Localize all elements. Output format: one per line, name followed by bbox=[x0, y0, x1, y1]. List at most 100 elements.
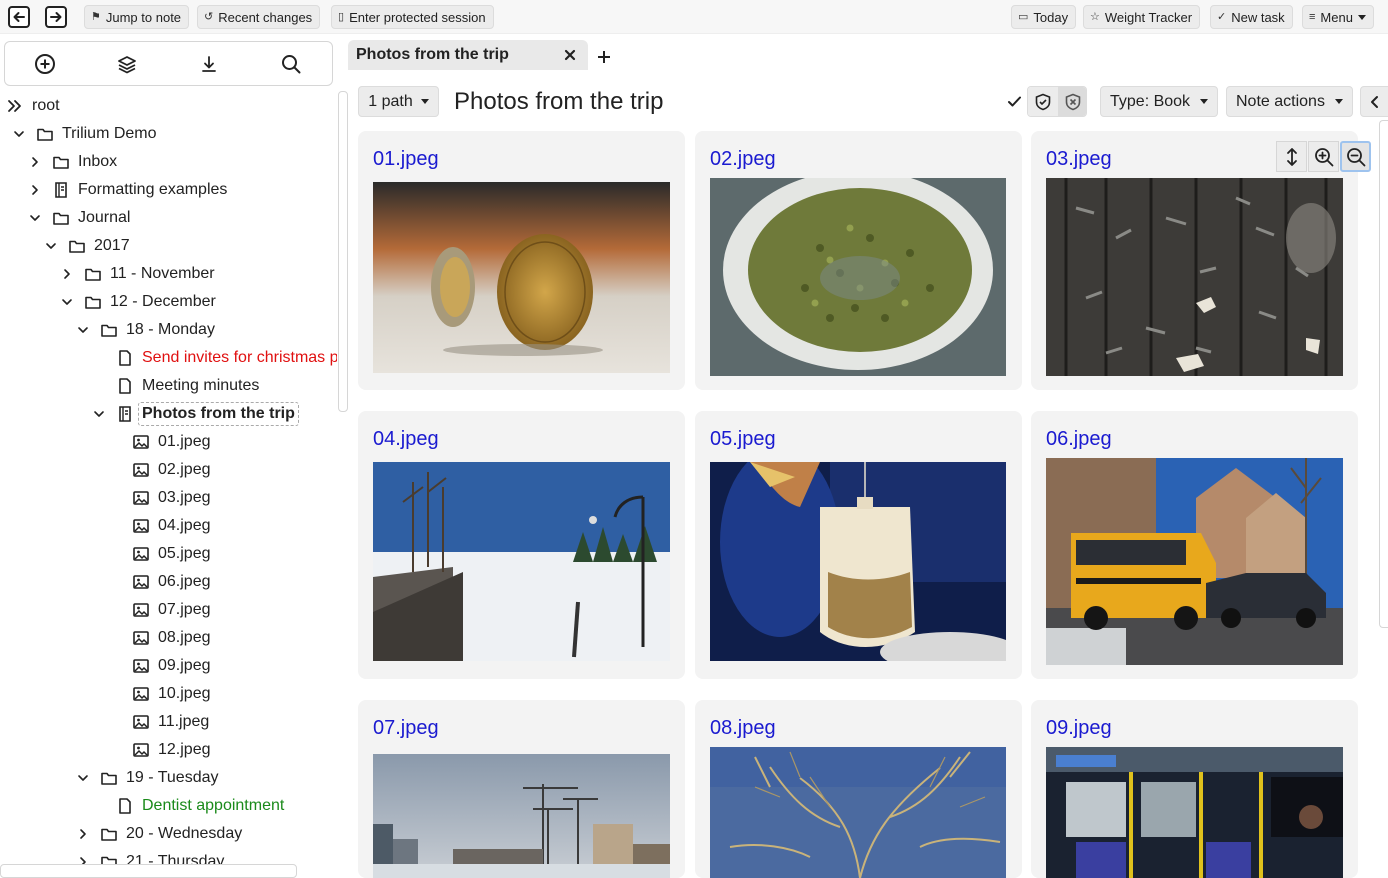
card-image-beans-bowl[interactable] bbox=[710, 178, 1006, 376]
note-title[interactable]: Photos from the trip bbox=[454, 87, 663, 117]
tree-node[interactable]: 09.jpeg bbox=[109, 653, 211, 679]
tree-node[interactable]: 18 - Monday bbox=[77, 317, 215, 343]
tree-node[interactable]: Send invites for christmas party bbox=[93, 345, 337, 371]
card-title-link[interactable]: 04.jpeg bbox=[373, 427, 439, 451]
tree-node[interactable]: 02.jpeg bbox=[109, 457, 211, 483]
tree-node[interactable]: Formatting examples bbox=[29, 177, 227, 203]
plus-icon[interactable] bbox=[597, 50, 611, 64]
jump-to-note-button[interactable]: ⚑ Jump to note bbox=[84, 5, 190, 29]
card-title-link[interactable]: 01.jpeg bbox=[373, 147, 439, 171]
tree-node[interactable]: 20 - Wednesday bbox=[77, 821, 242, 847]
tab-photos-from-the-trip[interactable]: Photos from the trip bbox=[348, 40, 588, 70]
tree-node[interactable]: Trilium Demo bbox=[13, 121, 157, 147]
new-task-button[interactable]: ✓ New task bbox=[1210, 5, 1293, 29]
tree-horizontal-scrollbar[interactable] bbox=[0, 864, 297, 878]
card-title-link[interactable]: 03.jpeg bbox=[1046, 147, 1112, 171]
expand-button[interactable] bbox=[1276, 141, 1307, 172]
tree-node[interactable]: 04.jpeg bbox=[109, 513, 211, 539]
enter-protected-session-button[interactable]: ▯ Enter protected session bbox=[331, 5, 494, 29]
collapse-tree-button[interactable] bbox=[116, 53, 138, 75]
card-title-link[interactable]: 09.jpeg bbox=[1046, 716, 1112, 740]
tree-node-label: 05.jpeg bbox=[158, 545, 211, 562]
note-paths-button[interactable]: 1 path bbox=[358, 86, 439, 117]
image-card[interactable]: 09.jpeg bbox=[1031, 700, 1358, 878]
note-type-dropdown[interactable]: Type: Book bbox=[1100, 86, 1219, 117]
tree-node[interactable]: 01.jpeg bbox=[109, 429, 211, 455]
card-image-tea-bag[interactable] bbox=[710, 462, 1006, 661]
tree-scrollbar[interactable] bbox=[338, 91, 348, 412]
protect-button[interactable] bbox=[1028, 87, 1058, 116]
tree-node[interactable]: 12 - December bbox=[61, 289, 216, 315]
tree-node[interactable]: 10.jpeg bbox=[109, 681, 211, 707]
image-card[interactable]: 04.jpeg bbox=[358, 411, 685, 679]
file-icon bbox=[119, 798, 131, 814]
folder-icon bbox=[37, 128, 53, 141]
forward-button[interactable] bbox=[45, 6, 67, 28]
zoom-out-button[interactable] bbox=[1340, 141, 1371, 172]
back-button[interactable] bbox=[8, 6, 30, 28]
toggle-right-pane-button[interactable] bbox=[1360, 86, 1388, 117]
double-chevron-icon[interactable] bbox=[6, 97, 24, 115]
tree-node[interactable]: 11 - November bbox=[61, 261, 215, 287]
chevron-down-icon[interactable] bbox=[45, 240, 57, 252]
chevron-right-icon[interactable] bbox=[61, 268, 73, 280]
close-icon[interactable] bbox=[564, 49, 576, 61]
card-image-bare-branches[interactable] bbox=[710, 747, 1006, 878]
tree-node[interactable]: Journal bbox=[29, 205, 130, 231]
tree-node[interactable]: 2017 bbox=[45, 233, 130, 259]
tree-node[interactable]: 12.jpeg bbox=[109, 737, 211, 763]
tree-node[interactable]: Dentist appointment bbox=[93, 793, 284, 819]
today-label: Today bbox=[1033, 9, 1069, 25]
card-image-frozen-canal[interactable] bbox=[373, 462, 670, 661]
chevron-down-icon[interactable] bbox=[29, 212, 41, 224]
tree-node[interactable]: 08.jpeg bbox=[109, 625, 211, 651]
card-image-school-bus[interactable] bbox=[1046, 458, 1343, 665]
chevron-down-icon[interactable] bbox=[13, 128, 25, 140]
tree-node[interactable]: 07.jpeg bbox=[109, 597, 211, 623]
chevron-right-icon[interactable] bbox=[29, 156, 41, 168]
search-button[interactable] bbox=[280, 53, 302, 75]
chevron-right-icon[interactable] bbox=[77, 828, 89, 840]
tree-node[interactable]: 19 - Tuesday bbox=[77, 765, 219, 791]
unprotect-button[interactable] bbox=[1058, 87, 1086, 116]
recent-changes-button[interactable]: ↺ Recent changes bbox=[197, 5, 321, 29]
image-card[interactable]: 06.jpeg bbox=[1031, 411, 1358, 679]
card-title-link[interactable]: 07.jpeg bbox=[373, 716, 439, 740]
card-image-construction-cranes[interactable] bbox=[373, 754, 670, 878]
image-card[interactable]: 07.jpeg bbox=[358, 700, 685, 878]
chevron-down-icon[interactable] bbox=[93, 408, 105, 420]
today-button[interactable]: ▭ Today bbox=[1011, 5, 1077, 29]
card-title-link[interactable]: 02.jpeg bbox=[710, 147, 776, 171]
card-title-link[interactable]: 05.jpeg bbox=[710, 427, 776, 451]
card-image-coins[interactable] bbox=[373, 182, 670, 373]
tree-node[interactable]: 11.jpeg bbox=[109, 709, 209, 735]
chevron-down-icon[interactable] bbox=[61, 296, 73, 308]
tree-node[interactable]: Photos from the trip bbox=[93, 401, 299, 427]
image-card[interactable]: 01.jpeg bbox=[358, 131, 685, 390]
content-scrollbar[interactable] bbox=[1379, 120, 1388, 628]
menu-button[interactable]: ≡ Menu bbox=[1302, 5, 1374, 29]
card-title-link[interactable]: 06.jpeg bbox=[1046, 427, 1112, 451]
chevron-down-icon[interactable] bbox=[77, 772, 89, 784]
card-image-staples-wood[interactable] bbox=[1046, 178, 1343, 376]
shield-icon: ▯ bbox=[338, 10, 345, 23]
tree-node[interactable]: Inbox bbox=[29, 149, 117, 175]
image-card[interactable]: 08.jpeg bbox=[695, 700, 1022, 878]
weight-tracker-button[interactable]: ☆ Weight Tracker bbox=[1083, 5, 1201, 29]
image-icon bbox=[133, 547, 149, 561]
note-actions-dropdown[interactable]: Note actions bbox=[1226, 86, 1353, 117]
tree-node[interactable]: Meeting minutes bbox=[93, 373, 259, 399]
zoom-in-button[interactable] bbox=[1308, 141, 1339, 172]
image-card[interactable]: 02.jpeg bbox=[695, 131, 1022, 390]
image-card[interactable]: 05.jpeg bbox=[695, 411, 1022, 679]
card-title-link[interactable]: 08.jpeg bbox=[710, 716, 776, 740]
chevron-down-icon[interactable] bbox=[77, 324, 89, 336]
create-note-button[interactable] bbox=[34, 53, 56, 75]
tree-node[interactable]: 03.jpeg bbox=[109, 485, 211, 511]
scroll-to-note-button[interactable] bbox=[198, 53, 220, 75]
tree-node[interactable]: 06.jpeg bbox=[109, 569, 211, 595]
tree-node[interactable]: root bbox=[6, 93, 60, 119]
chevron-right-icon[interactable] bbox=[29, 184, 41, 196]
tree-node[interactable]: 05.jpeg bbox=[109, 541, 211, 567]
card-image-bus-interior[interactable] bbox=[1046, 747, 1343, 878]
